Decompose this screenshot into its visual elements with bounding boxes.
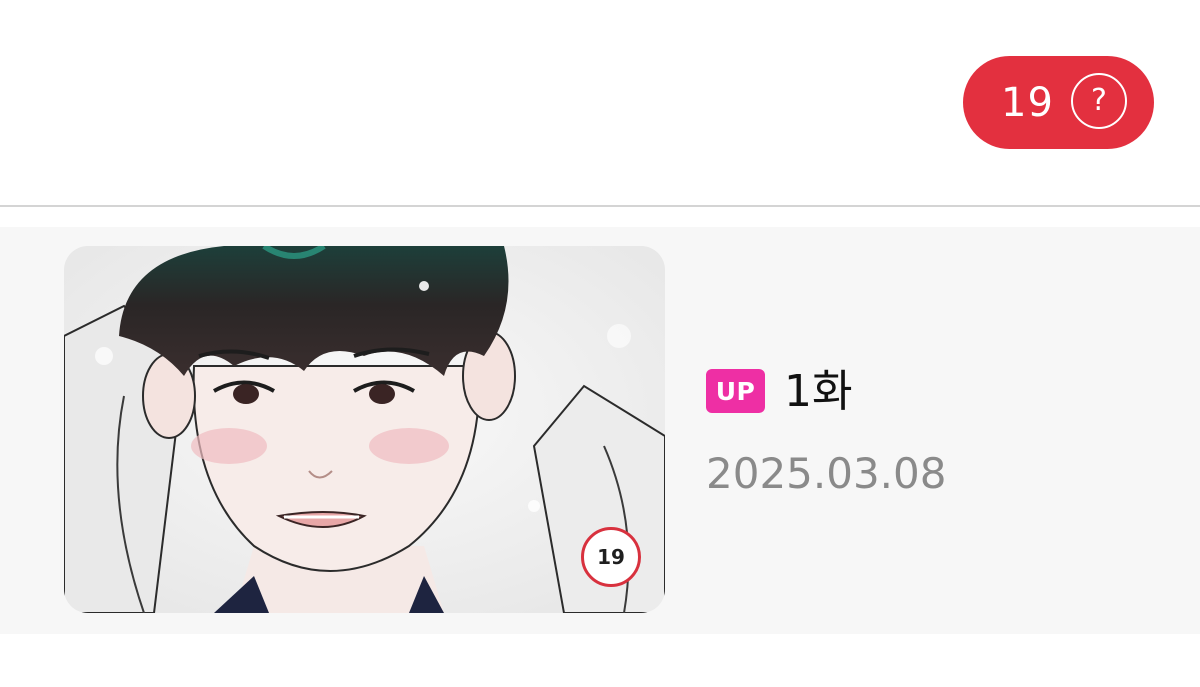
age-rating-button[interactable]: 19 ?: [963, 56, 1154, 149]
episode-list-item[interactable]: UP 1화 2025.03.08 19: [0, 227, 1200, 634]
episode-date: 2025.03.08: [706, 449, 947, 498]
update-badge: UP: [706, 369, 765, 413]
episode-thumbnail: [64, 246, 665, 613]
age-rating-label: 19: [1001, 79, 1054, 126]
episode-title: 1화: [784, 366, 853, 417]
question-circle-icon: ?: [1071, 73, 1127, 129]
thumbnail-age-rating-badge: 19: [581, 527, 641, 587]
header-divider: [0, 205, 1200, 207]
